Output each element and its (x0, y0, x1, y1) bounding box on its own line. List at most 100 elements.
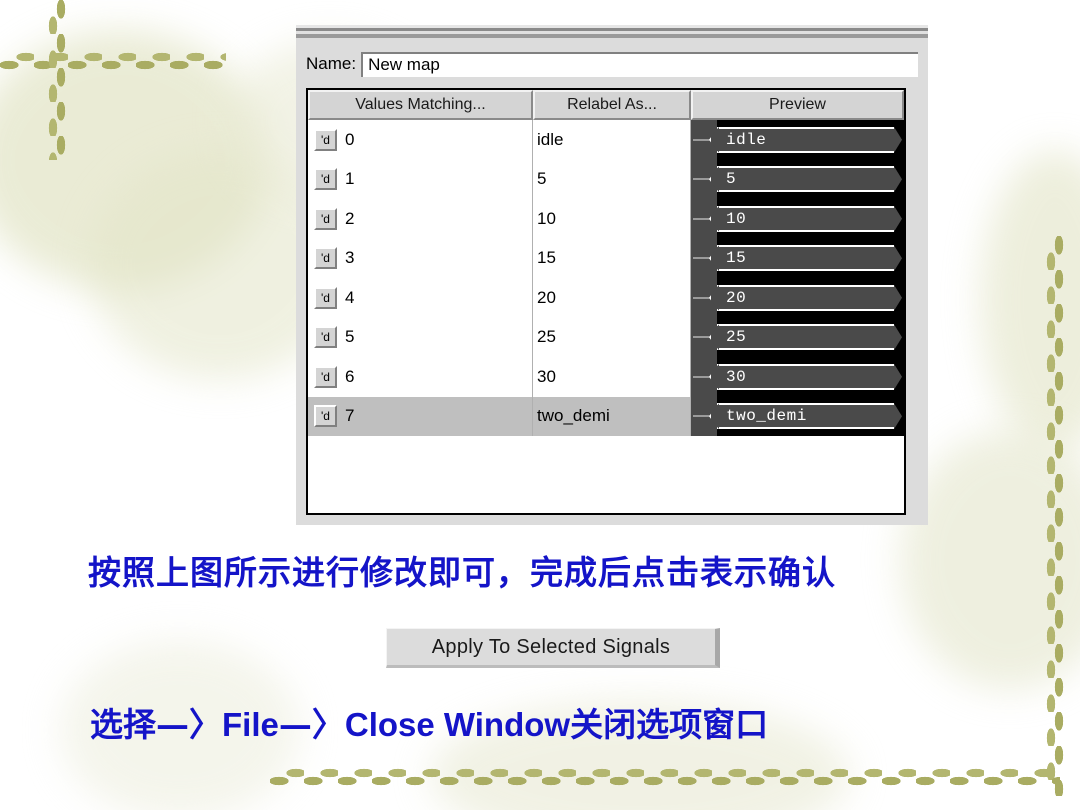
waveform-preview: 15 (691, 238, 904, 278)
cell-preview: 15 (691, 238, 904, 278)
cell-relabel-as[interactable]: 20 (533, 278, 691, 318)
waveform-value-label: 10 (726, 209, 747, 228)
name-field-row: Name: New map (306, 51, 918, 77)
cell-relabel-as[interactable]: 5 (533, 159, 691, 199)
cell-relabel-as[interactable]: 30 (533, 357, 691, 397)
cell-preview: two_demi (691, 396, 904, 436)
waveform-value-label: 5 (726, 170, 737, 189)
brush-stroke-vertical (48, 0, 66, 160)
waveform-preview: two_demi (691, 396, 904, 436)
brush-stroke-horizontal (0, 52, 226, 70)
waveform-value-label: idle (726, 130, 767, 149)
radix-decimal-icon[interactable]: 'd (314, 326, 337, 349)
waveform-bus-segment: 30 (717, 363, 894, 390)
waveform-preview: idle (691, 120, 904, 160)
cell-relabel-as[interactable]: 15 (533, 238, 691, 278)
name-input-value: New map (368, 55, 440, 74)
corner-cross-decoration (0, 0, 250, 170)
close-prefix: 选择—〉 (90, 705, 222, 744)
instruction-modify-text: 按照上图所示进行修改即可，完成后点击表示确认 (88, 553, 836, 592)
table-body: 'd 0 idle idle'd 1 5 5'd 2 10 10'd 3 15 15'd 4 20 20'd 5… (308, 120, 904, 436)
waveform-value-label: two_demi (726, 407, 807, 426)
radix-map-table: Values Matching... Relabel As... Preview… (306, 88, 906, 515)
match-value: 4 (345, 287, 355, 307)
waveform-value-label: 20 (726, 288, 747, 307)
column-header-values-matching[interactable]: Values Matching... (308, 90, 533, 120)
match-value: 5 (345, 327, 355, 347)
table-row[interactable]: 'd 7 two_demi two_demi (308, 396, 904, 436)
instruction-close-window-text: 选择—〉File—〉Close Window关闭选项窗口 (90, 698, 768, 746)
cell-values-matching: 'd 4 (308, 278, 533, 318)
cell-values-matching: 'd 6 (308, 357, 533, 397)
cell-values-matching: 'd 2 (308, 199, 533, 239)
cell-preview: 5 (691, 159, 904, 199)
radix-decimal-icon[interactable]: 'd (314, 405, 337, 428)
waveform-bus-segment: 10 (717, 205, 894, 232)
cell-preview: 25 (691, 317, 904, 357)
apply-to-selected-signals-button[interactable]: Apply To Selected Signals (386, 628, 720, 668)
close-suffix: 关闭选项窗口 (570, 705, 769, 744)
table-row[interactable]: 'd 4 20 20 (308, 278, 904, 318)
name-input[interactable]: New map (361, 51, 918, 77)
cell-relabel-as[interactable]: 25 (533, 317, 691, 357)
waveform-bus-segment: 20 (717, 284, 894, 311)
radix-decimal-icon[interactable]: 'd (314, 168, 337, 191)
match-value: 0 (345, 129, 355, 149)
cell-relabel-as[interactable]: two_demi (533, 396, 691, 436)
column-header-relabel-as[interactable]: Relabel As... (533, 90, 691, 120)
waveform-bus-segment: 15 (717, 245, 894, 272)
waveform-preview: 30 (691, 357, 904, 397)
right-border-brush (1046, 236, 1064, 796)
waveform-value-label: 30 (726, 367, 747, 386)
match-value: 3 (345, 248, 355, 268)
floral-watermark (980, 150, 1080, 450)
cell-preview: 30 (691, 357, 904, 397)
table-row[interactable]: 'd 5 25 25 (308, 317, 904, 357)
waveform-preview: 20 (691, 278, 904, 318)
cell-values-matching: 'd 0 (308, 120, 533, 160)
match-value: 7 (345, 406, 355, 426)
radix-decimal-icon[interactable]: 'd (314, 247, 337, 270)
waveform-bus-segment: two_demi (717, 403, 894, 430)
cell-preview: 10 (691, 199, 904, 239)
apply-button-label: Apply To Selected Signals (431, 635, 671, 658)
table-row[interactable]: 'd 6 30 30 (308, 357, 904, 397)
cell-relabel-as[interactable]: idle (533, 120, 691, 160)
cell-preview: idle (691, 120, 904, 160)
radix-decimal-icon[interactable]: 'd (314, 365, 337, 388)
waveform-preview: 25 (691, 317, 904, 357)
waveform-value-label: 15 (726, 249, 747, 268)
radix-decimal-icon[interactable]: 'd (314, 128, 337, 151)
close-separator: —〉 (278, 705, 345, 744)
cell-values-matching: 'd 7 (308, 396, 533, 436)
waveform-bus-segment: idle (717, 126, 894, 153)
cell-values-matching: 'd 3 (308, 238, 533, 278)
column-header-preview[interactable]: Preview (691, 90, 904, 120)
cell-relabel-as[interactable]: 10 (533, 199, 691, 239)
cell-values-matching: 'd 1 (308, 159, 533, 199)
match-value: 2 (345, 208, 355, 228)
radix-decimal-icon[interactable]: 'd (314, 207, 337, 230)
table-header-row: Values Matching... Relabel As... Preview (308, 90, 904, 120)
cell-values-matching: 'd 5 (308, 317, 533, 357)
menu-close-window-label: Close Window (344, 706, 571, 743)
waveform-preview: 10 (691, 199, 904, 239)
table-row[interactable]: 'd 0 idle idle (308, 120, 904, 160)
match-value: 1 (345, 169, 355, 189)
bottom-border-brush (270, 768, 1060, 786)
waveform-value-label: 25 (726, 328, 747, 347)
table-row[interactable]: 'd 3 15 15 (308, 238, 904, 278)
radix-decimal-icon[interactable]: 'd (314, 286, 337, 309)
dialog-toolbar-separators (296, 25, 928, 39)
cell-preview: 20 (691, 278, 904, 318)
floral-watermark (0, 30, 270, 290)
name-label: Name: (306, 54, 357, 73)
match-value: 6 (345, 366, 355, 386)
table-row[interactable]: 'd 1 5 5 (308, 159, 904, 199)
waveform-bus-segment: 5 (717, 166, 894, 193)
waveform-preview: 5 (691, 159, 904, 199)
waveform-bus-segment: 25 (717, 324, 894, 351)
table-row[interactable]: 'd 2 10 10 (308, 199, 904, 239)
menu-file-label: File (222, 706, 279, 743)
radix-map-dialog: Name: New map Values Matching... Relabel… (296, 25, 928, 525)
